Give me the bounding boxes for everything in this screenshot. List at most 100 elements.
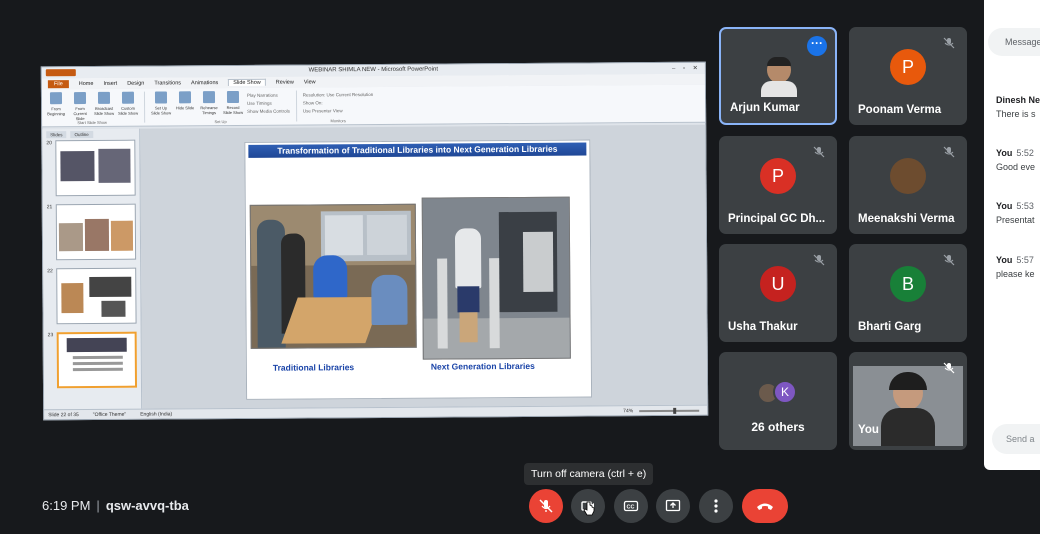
ribbon-group-label: Set Up <box>214 119 227 125</box>
chat-panel: Message Dinesh Ne There is s You 5:52 Goo… <box>984 0 1040 470</box>
presenter-view-check[interactable]: Use Presenter View <box>303 108 374 113</box>
clock: 6:19 PM <box>42 498 91 513</box>
tab-animations[interactable]: Animations <box>191 80 218 86</box>
resolution-select[interactable]: Resolution: Use Current Resolution <box>303 92 374 97</box>
tab-design[interactable]: Design <box>127 80 144 86</box>
avatar: P <box>890 49 926 85</box>
present-screen-button[interactable] <box>656 489 690 523</box>
participant-tile-you[interactable]: You <box>849 352 967 450</box>
setup-checks: Play Narrations Use Timings Show Media C… <box>247 91 290 122</box>
thumb-number: 20 <box>46 140 52 147</box>
participant-tile-principal[interactable]: P Principal GC Dh... <box>719 136 837 234</box>
ribbon-group-label: Monitors <box>330 118 346 124</box>
broadcast-button[interactable]: Broadcast Slide Show <box>94 91 114 123</box>
mic-toggle-button[interactable] <box>529 489 563 523</box>
participant-tile-bharti[interactable]: B Bharti Garg <box>849 244 967 342</box>
ribbon-group-label: Start Slide Show <box>77 119 107 126</box>
mic-off-icon <box>943 362 955 374</box>
from-current-button[interactable]: From Current Slide <box>70 92 90 123</box>
hang-up-icon <box>757 503 773 510</box>
zoom-control[interactable]: 74% <box>623 407 707 414</box>
message-time: 5:52 <box>1016 148 1034 158</box>
participant-name: Meenakshi Verma <box>858 213 955 225</box>
chat-message: You 5:57 please ke <box>996 255 1035 279</box>
chat-message: Dinesh Ne There is s <box>996 95 1040 119</box>
message-sender: You <box>996 201 1013 211</box>
chat-input[interactable]: Send a <box>992 424 1040 454</box>
participant-name: Usha Thakur <box>728 321 798 333</box>
next-gen-library-photo <box>421 196 571 360</box>
zoom-slider[interactable] <box>639 409 700 412</box>
mic-off-icon <box>813 254 825 266</box>
record-icon <box>226 90 240 104</box>
tab-insert[interactable]: Insert <box>103 80 117 86</box>
thumb-number: 22 <box>47 268 53 275</box>
mic-off-icon <box>539 499 553 513</box>
participant-tile-arjun[interactable]: ··· Arjun Kumar <box>719 27 837 125</box>
tab-outline[interactable]: Outline <box>70 130 93 139</box>
custom-show-button[interactable]: Custom Slide Show <box>118 91 138 123</box>
participant-tile-poonam[interactable]: P Poonam Verma <box>849 27 967 125</box>
ribbon-group-start: From Beginning From Current Slide Broadc… <box>45 91 146 126</box>
message-text: please ke <box>996 269 1035 279</box>
leave-call-button[interactable] <box>742 489 788 523</box>
message-time: 5:57 <box>1016 255 1034 265</box>
message-text: There is s <box>996 109 1036 119</box>
traditional-library-photo <box>249 203 417 349</box>
slideshow-icon <box>49 92 63 105</box>
tab-home[interactable]: Home <box>79 80 94 86</box>
tab-file[interactable]: File <box>47 79 69 88</box>
more-options-menu-button[interactable] <box>699 489 733 523</box>
avatar: P <box>760 158 796 194</box>
ribbon-group-monitors: Resolution: Use Current Resolution Show … <box>303 90 380 124</box>
mic-off-icon <box>943 37 955 49</box>
ppt-body: Slides Outline 20 21 22 23 Transformatio… <box>42 124 708 410</box>
participant-tile-usha[interactable]: U Usha Thakur <box>719 244 837 342</box>
hide-slide-button[interactable]: Hide Slide <box>175 91 195 122</box>
mic-off-icon <box>813 146 825 158</box>
show-media-controls-check[interactable]: Show Media Controls <box>247 109 290 114</box>
monitor-options: Resolution: Use Current Resolution Show … <box>303 90 374 121</box>
broadcast-icon <box>97 91 111 104</box>
slide-thumbnail[interactable]: 20 <box>46 139 136 197</box>
ribbon-group-setup: Set Up Slide Show Hide Slide Rehearse Ti… <box>150 90 297 125</box>
slide-thumbnail[interactable]: 21 <box>46 203 137 261</box>
quick-access-toolbar[interactable] <box>45 69 76 77</box>
show-on-select[interactable]: Show On: <box>303 100 374 105</box>
rehearse-button[interactable]: Rehearse Timings <box>199 91 219 122</box>
participant-name: Arjun Kumar <box>730 102 800 114</box>
setup-icon <box>154 91 168 104</box>
message-sender: You <box>996 148 1013 158</box>
play-narrations-check[interactable]: Play Narrations <box>247 93 290 98</box>
captions-icon: CC <box>623 500 639 512</box>
tab-review[interactable]: Review <box>276 79 294 85</box>
setup-show-button[interactable]: Set Up Slide Show <box>151 91 171 122</box>
thumb-number: 21 <box>46 204 53 211</box>
others-avatar-stack: K <box>757 380 807 408</box>
thumb-card <box>55 139 136 197</box>
slide-counter: Slide 22 of 35 <box>48 411 79 418</box>
participant-tile-meenakshi[interactable]: Meenakshi Verma <box>849 136 967 234</box>
mic-off-icon <box>943 146 955 158</box>
tab-transitions[interactable]: Transitions <box>154 80 181 86</box>
caption-traditional: Traditional Libraries <box>272 362 355 373</box>
tab-slide-show[interactable]: Slide Show <box>228 78 266 87</box>
participant-name: Principal GC Dh... <box>728 213 826 225</box>
avatar: U <box>760 266 796 302</box>
slide-thumbnail[interactable]: 22 <box>47 267 137 325</box>
slide-thumbnail[interactable]: 23 <box>48 331 138 389</box>
message-bar[interactable]: Message <box>988 28 1040 56</box>
participant-tile-others[interactable]: K 26 others <box>719 352 837 450</box>
avatar: K <box>773 380 797 404</box>
tab-slides[interactable]: Slides <box>46 131 67 139</box>
record-button[interactable]: Record Slide Show <box>223 90 243 122</box>
more-options-button[interactable]: ··· <box>807 36 827 56</box>
chat-message: You 5:52 Good eve <box>996 148 1035 172</box>
window-controls[interactable]: – ▫ ✕ <box>672 64 701 75</box>
tab-view[interactable]: View <box>304 79 316 85</box>
from-beginning-button[interactable]: From Beginning <box>46 92 66 123</box>
meeting-info: 6:19 PM | qsw-avvq-tba <box>42 498 189 513</box>
captions-button[interactable]: CC <box>614 489 648 523</box>
use-timings-check[interactable]: Use Timings <box>247 101 290 106</box>
message-sender: Dinesh Ne <box>996 95 1040 105</box>
